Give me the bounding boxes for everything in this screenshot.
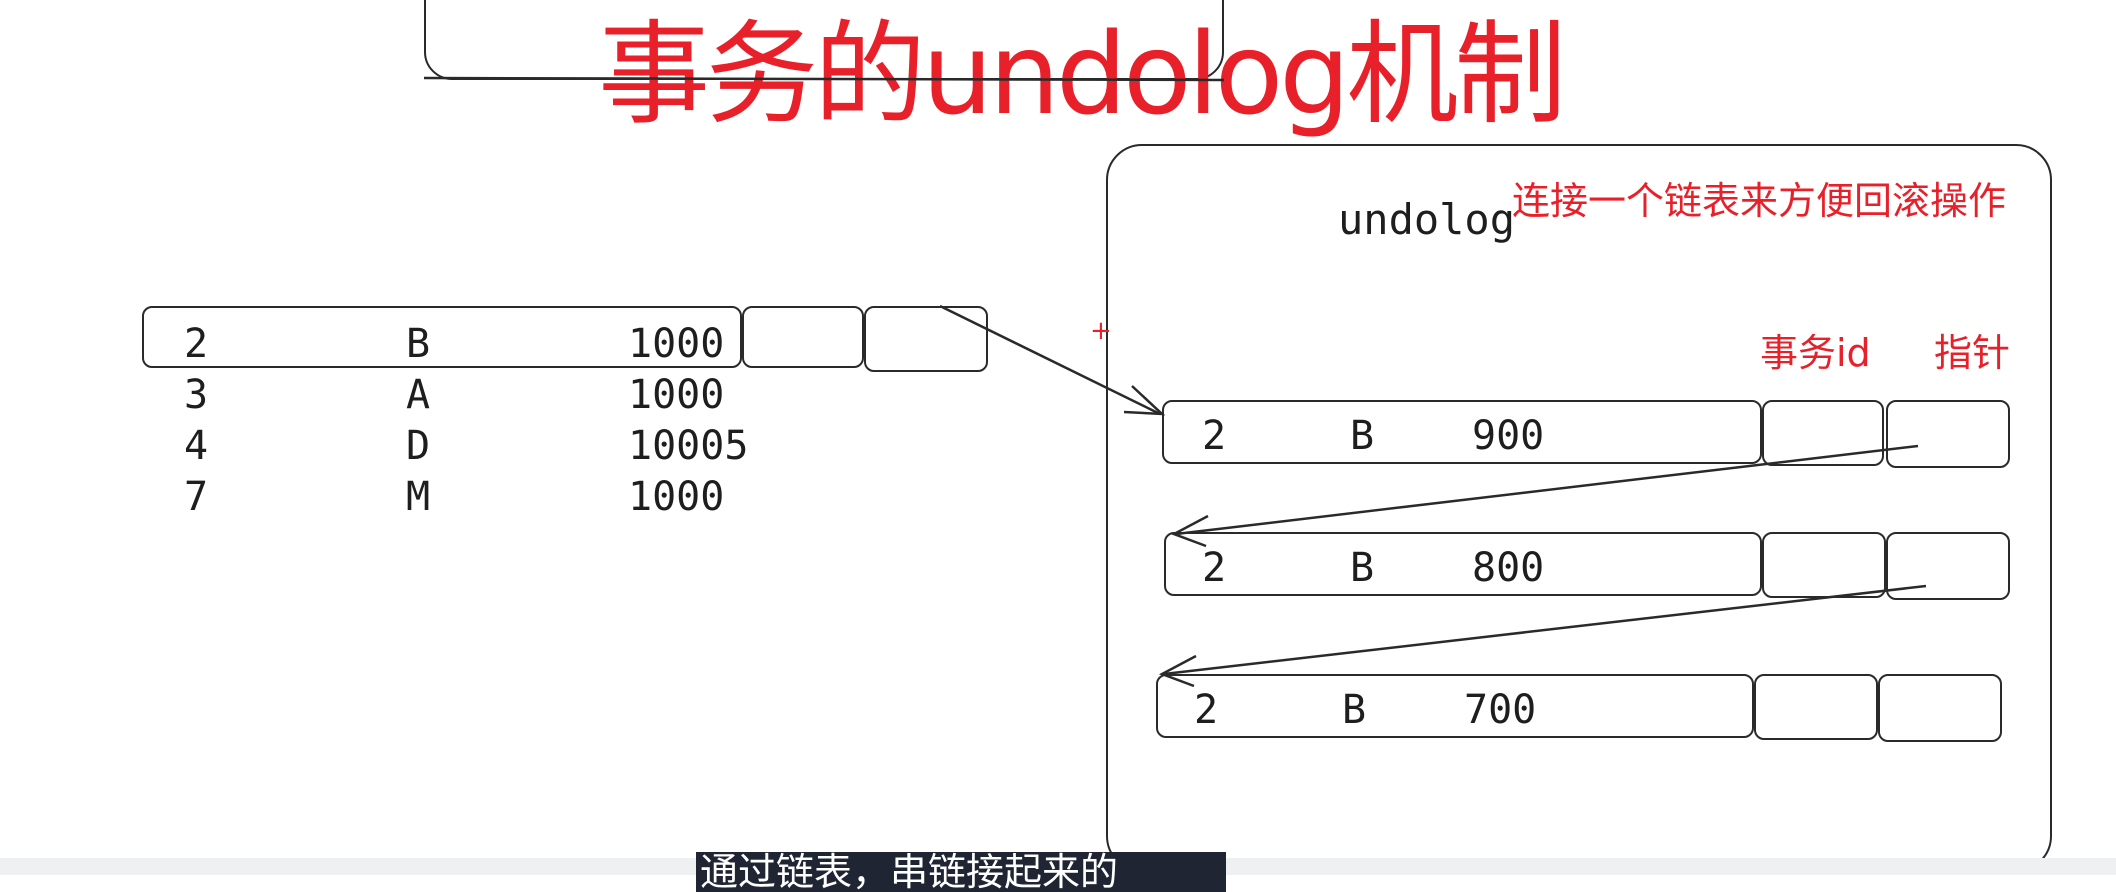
undolog-entry-1-id: 2 (1202, 413, 1227, 459)
table-row-pointer-box (864, 306, 988, 372)
undolog-entry-1-pointer-box (1886, 400, 2010, 468)
title-strike-line (423, 76, 1225, 82)
undolog-entry-3-txid-box (1754, 674, 1878, 740)
undolog-entry-2-box (1164, 532, 1762, 596)
undolog-entry-3-name: B (1342, 687, 1367, 733)
table-row-1-name: B (406, 321, 431, 367)
undolog-entry-2-id: 2 (1202, 545, 1227, 591)
table-row-txid-box (742, 306, 864, 368)
undolog-entry-3-pointer-box (1878, 674, 2002, 742)
undolog-entry-1-txid-box (1762, 400, 1884, 466)
undolog-entry-2-pointer-box (1886, 532, 2010, 600)
table-row-3-name: D (406, 423, 431, 469)
table-row-4-amount: 1000 (628, 474, 725, 520)
table-row-3-id: 4 (184, 423, 209, 469)
undolog-entry-1-box (1162, 400, 1762, 464)
table-row-3-amount: 10005 (628, 423, 749, 469)
table-row-1-amount: 1000 (628, 321, 725, 367)
table-row-2-name: A (406, 372, 431, 418)
table-row-2-id: 3 (184, 372, 209, 418)
video-subtitle: 通过链表，串链接起来的 (696, 852, 1226, 892)
undolog-entry-3-id: 2 (1194, 687, 1219, 733)
table-row-4-name: M (406, 474, 431, 520)
undolog-note: 连接一个链表来方便回滚操作 (1512, 179, 2007, 223)
undolog-label: undolog (1338, 195, 1516, 244)
table-row-4-id: 7 (184, 474, 209, 520)
undolog-entry-3-box (1156, 674, 1754, 738)
undolog-container (1106, 144, 2052, 872)
plus-mark: + (1090, 316, 1112, 346)
column-header-pointer: 指针 (1934, 331, 2011, 375)
undolog-entry-1-amount: 900 (1472, 413, 1545, 459)
undolog-entry-2-txid-box (1762, 532, 1886, 598)
undolog-entry-2-amount: 800 (1472, 545, 1545, 591)
table-row-1-id: 2 (184, 321, 209, 367)
undolog-entry-3-amount: 700 (1464, 687, 1537, 733)
undolog-entry-1-name: B (1350, 413, 1375, 459)
column-header-txid: 事务id (1760, 331, 1871, 375)
table-row-2-amount: 1000 (628, 372, 725, 418)
undolog-entry-2-name: B (1350, 545, 1375, 591)
